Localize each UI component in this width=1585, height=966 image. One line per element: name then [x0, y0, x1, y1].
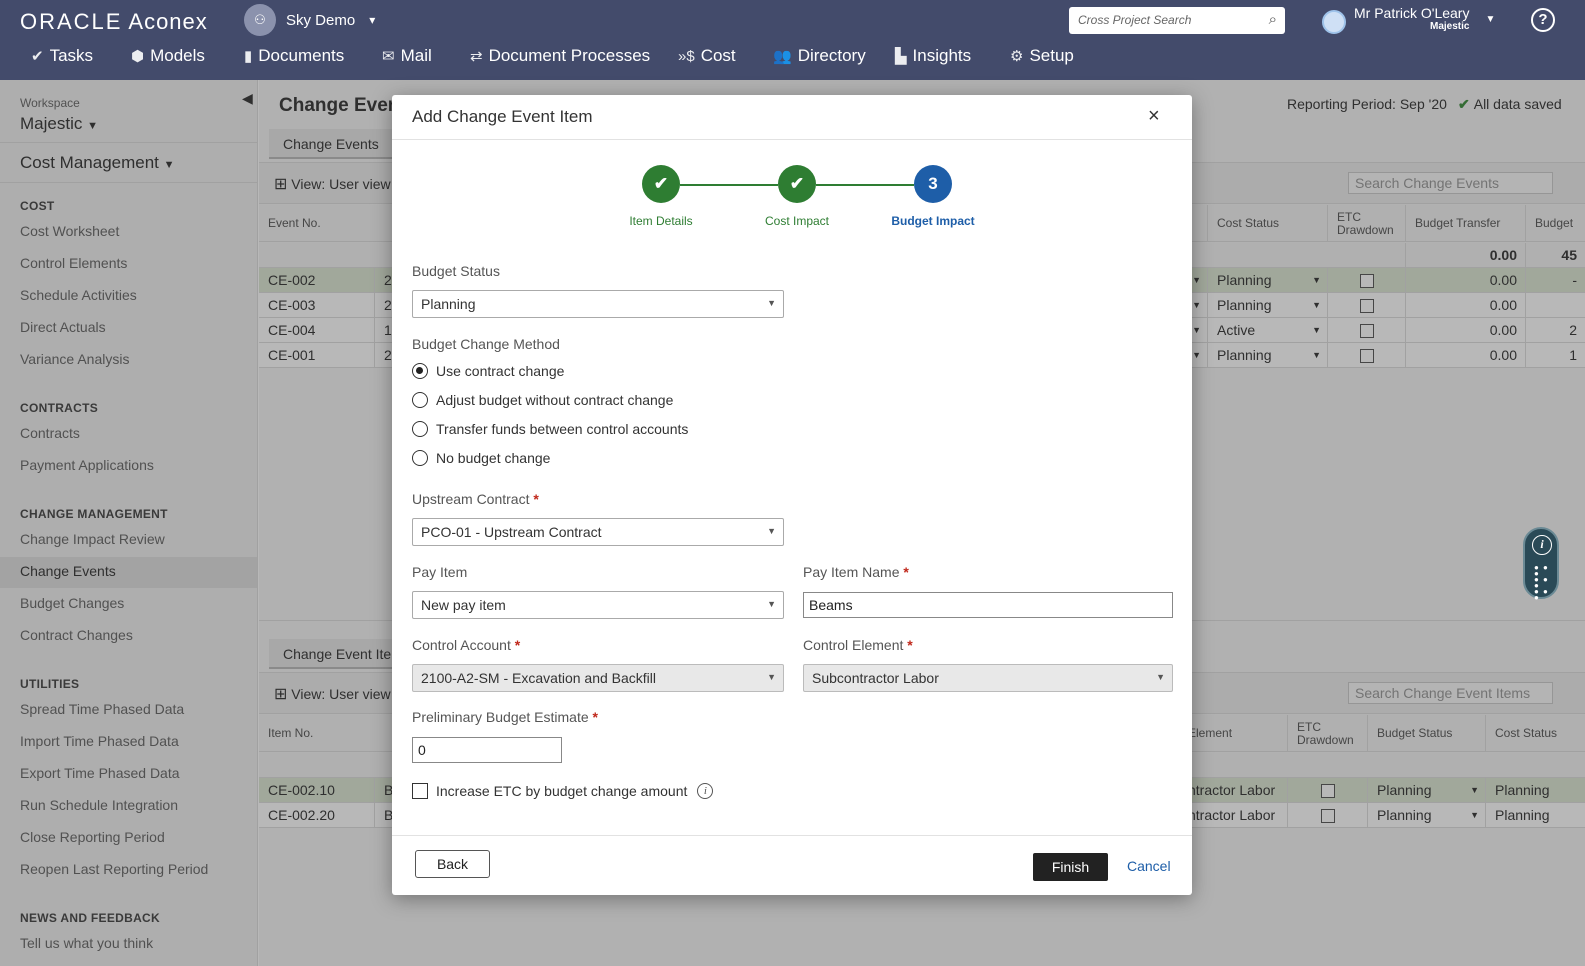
- pay-item-name-label: Pay Item Name *: [803, 564, 909, 580]
- preliminary-budget-estimate-input[interactable]: 0: [412, 737, 562, 763]
- user-name: Mr Patrick O'Leary: [1354, 5, 1470, 21]
- cancel-button[interactable]: Cancel: [1127, 858, 1171, 874]
- increase-etc-option[interactable]: Increase ETC by budget change amount i: [412, 783, 714, 799]
- project-icon: ⚇: [244, 4, 276, 36]
- people-icon: 👥: [773, 48, 792, 65]
- close-icon[interactable]: ×: [1148, 105, 1160, 128]
- cross-project-search-input[interactable]: Cross Project Search ⌕: [1069, 7, 1285, 34]
- method-transfer-funds[interactable]: Transfer funds between control accounts: [412, 421, 688, 437]
- nav-mail[interactable]: ✉ Mail: [382, 46, 432, 66]
- radio-button[interactable]: [412, 363, 428, 379]
- radio-button[interactable]: [412, 392, 428, 408]
- gear-icon: ⚙: [1010, 48, 1024, 65]
- info-icon[interactable]: i: [697, 783, 714, 799]
- step-label-budget-impact: Budget Impact: [891, 214, 975, 228]
- bar-chart-icon: ▙: [895, 48, 907, 65]
- stepper-connector: [680, 184, 778, 186]
- chevron-down-icon: ▼: [767, 672, 776, 682]
- radio-button[interactable]: [412, 421, 428, 437]
- preliminary-budget-estimate-label: Preliminary Budget Estimate *: [412, 709, 598, 725]
- stepper-connector: [816, 184, 914, 186]
- upstream-contract-label: Upstream Contract *: [412, 491, 539, 507]
- control-account-label: Control Account *: [412, 637, 521, 653]
- step-label-item-details: Item Details: [629, 214, 693, 228]
- pay-item-name-input[interactable]: Beams: [803, 592, 1173, 618]
- budget-change-method-label: Budget Change Method: [412, 336, 560, 352]
- nav-cost[interactable]: »$ Cost: [678, 46, 736, 66]
- nav-setup[interactable]: ⚙ Setup: [1010, 46, 1074, 66]
- nav-directory[interactable]: 👥 Directory: [773, 46, 866, 66]
- method-adjust-budget[interactable]: Adjust budget without contract change: [412, 392, 673, 408]
- document-icon: ▮: [244, 48, 253, 65]
- control-element-label: Control Element *: [803, 637, 913, 653]
- nav-insights[interactable]: ▙ Insights: [895, 46, 971, 66]
- keypad-icon[interactable]: ● ● ● ● ● ● ● ● ●: [1534, 564, 1552, 602]
- oracle-aconex-logo[interactable]: ORACLE Aconex: [20, 9, 208, 35]
- cost-icon: »$: [678, 47, 695, 65]
- increase-etc-checkbox[interactable]: [412, 783, 428, 799]
- project-name: Sky Demo: [286, 11, 356, 29]
- help-icon[interactable]: ?: [1531, 8, 1555, 32]
- chevron-down-icon: ▼: [1485, 14, 1496, 25]
- nav-tasks[interactable]: ✔ Tasks: [31, 46, 93, 66]
- chevron-down-icon: ▼: [767, 526, 776, 536]
- user-menu[interactable]: Mr Patrick O'Leary Majestic ▼: [1322, 6, 1495, 34]
- step-item-details-check-icon[interactable]: ✔: [642, 165, 680, 203]
- method-no-budget-change[interactable]: No budget change: [412, 450, 550, 466]
- dialog-title: Add Change Event Item: [412, 107, 593, 126]
- pay-item-label: Pay Item: [412, 564, 468, 580]
- chevron-down-icon: ▼: [1156, 672, 1165, 682]
- budget-status-label: Budget Status: [412, 263, 500, 279]
- chevron-down-icon: ▾: [369, 13, 376, 27]
- top-bar: ORACLE Aconex ⚇ Sky Demo ▾ Cross Project…: [0, 0, 1585, 80]
- workflow-icon: ⇄: [470, 48, 483, 65]
- project-selector[interactable]: ⚇ Sky Demo ▾: [244, 4, 375, 36]
- chevron-down-icon: ▼: [767, 599, 776, 609]
- info-icon[interactable]: i: [1532, 535, 1552, 555]
- nav-models[interactable]: ⬢ Models: [131, 46, 205, 66]
- floating-help-widget[interactable]: i ● ● ● ● ● ● ● ● ●: [1523, 527, 1559, 602]
- step-budget-impact[interactable]: 3: [914, 165, 952, 203]
- back-button[interactable]: Back: [415, 850, 490, 878]
- avatar: [1322, 10, 1346, 34]
- finish-button[interactable]: Finish: [1033, 853, 1108, 881]
- nav-document-processes[interactable]: ⇄ Document Processes: [470, 46, 650, 66]
- cube-icon: ⬢: [131, 48, 145, 65]
- pay-item-select[interactable]: New pay item ▼: [412, 591, 784, 619]
- check-icon: ✔: [31, 48, 44, 65]
- add-change-event-item-dialog: Add Change Event Item × ✔ ✔ 3 Item Detai…: [392, 95, 1192, 895]
- search-icon[interactable]: ⌕: [1269, 11, 1277, 28]
- radio-button[interactable]: [412, 450, 428, 466]
- step-label-cost-impact: Cost Impact: [764, 214, 830, 228]
- method-use-contract-change[interactable]: Use contract change: [412, 363, 564, 379]
- step-cost-impact-check-icon[interactable]: ✔: [778, 165, 816, 203]
- budget-status-select[interactable]: Planning ▼: [412, 290, 784, 318]
- nav-documents[interactable]: ▮ Documents: [244, 46, 344, 66]
- control-element-select[interactable]: Subcontractor Labor ▼: [803, 664, 1173, 692]
- control-account-select[interactable]: 2100-A2-SM - Excavation and Backfill ▼: [412, 664, 784, 692]
- upstream-contract-select[interactable]: PCO-01 - Upstream Contract ▼: [412, 518, 784, 546]
- chevron-down-icon: ▼: [767, 298, 776, 308]
- user-organization: Majestic: [1430, 21, 1470, 32]
- mail-icon: ✉: [382, 48, 395, 65]
